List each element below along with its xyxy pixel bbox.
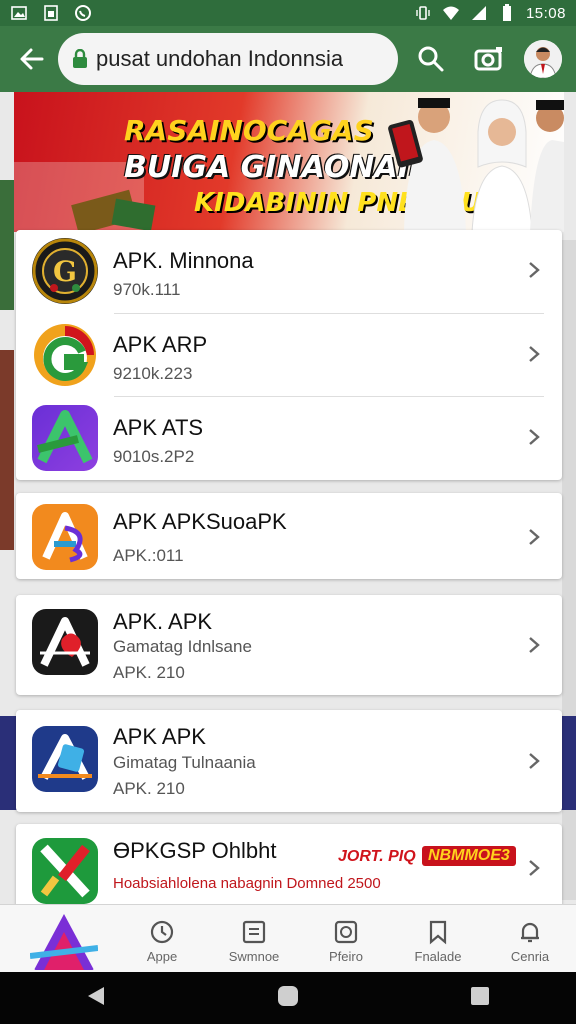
app-card[interactable]: APK. APK Gamatag Idnlsane APK. 210 [16,595,562,695]
system-home-button[interactable] [277,985,299,1012]
app-meta: APK. 210 [113,663,185,682]
nav-item-pfeiro[interactable]: Pfeiro [300,905,392,972]
chevron-right-icon [529,637,540,653]
chevron-right-icon [529,346,540,362]
chevron-right-icon [529,429,540,445]
bell-icon [521,922,539,943]
banner-people-illustration [388,98,564,232]
circle-home-icon [277,985,298,1006]
nav-label: Appe [146,949,178,964]
system-back-button[interactable] [86,985,106,1012]
status-time: 15:08 [525,4,566,22]
square-recents-icon [471,986,490,1005]
nav-label: Cenria [510,949,550,964]
promo-tag: JORT. PIQ [338,848,416,865]
app-icon [32,322,98,388]
nav-item-cenria[interactable]: Cenria [484,905,576,972]
camera-icon [474,47,502,71]
list-item[interactable]: G APK. Minnona 970k.111 [16,230,562,312]
app-card[interactable]: APK APK Gimatag Tulnaania APK. 210 [16,710,562,812]
nav-item-swmnoe[interactable]: Swmnoe [208,905,300,972]
battery-icon [498,4,516,22]
status-bar: 15:08 [0,0,576,26]
box-icon [242,920,266,944]
photo-icon [334,920,358,944]
nav-label: Swmnoe [228,949,280,964]
promo-badge: NBMMOE3 [422,846,516,866]
chevron-right-icon [529,860,540,876]
search-button[interactable] [406,34,456,84]
app-meta: APK. 210 [113,779,185,798]
app-subtitle: Gamatag Idnlsane [113,637,252,656]
screen: 15:08 pusat undohan Indonnsia RASAINOCAG… [0,0,576,1024]
app-icon [32,838,98,904]
camera-button[interactable] [464,34,514,84]
nav-label: Fnalade [414,949,462,964]
home-logo-icon [30,914,98,970]
image-icon [10,4,28,22]
list-item[interactable]: APK ARP 9210k.223 [16,314,562,396]
background-peek-left-lower [0,350,14,550]
app-title: APK APKSuoaPK [113,509,287,534]
app-title: APK APK [113,724,206,749]
app-list-card: G APK. Minnona 970k.111 APK ARP 9210k.22… [16,230,562,480]
list-item[interactable]: APK ATS 9010s.2P2 [16,397,562,479]
app-icon: G [32,238,98,304]
app-meta: APK.:011 [113,546,184,565]
search-icon [418,46,444,72]
app-meta: 970k.111 [113,280,181,299]
app-icon [32,504,98,570]
app-card[interactable]: APK APKSuoaPK APK.:011 [16,493,562,579]
app-card[interactable]: ӨPKGSP Ohlbht Ноabsiahlolena nabagnin Do… [16,824,562,914]
background-peek-left [0,180,14,310]
chevron-right-icon [529,753,540,769]
arrow-left-icon [20,48,44,70]
triangle-back-icon [87,986,104,1005]
avatar[interactable] [524,40,562,78]
url-text: pusat undohan Indonnsia [96,46,344,71]
promo-text: Ноabsiahlolena nabagnin Domned 2500 [113,875,381,892]
clock-icon [150,920,174,944]
app-title: APK ARP [113,332,208,357]
signal-icon [470,4,488,22]
app-icon [32,726,98,792]
bookmark-icon [429,920,447,945]
address-bar[interactable]: pusat undohan Indonnsia [58,33,398,85]
chevron-right-icon [529,529,540,545]
app-title: APK. Minnona [113,248,254,273]
nav-label: Pfeiro [329,949,363,964]
app-meta: 9210k.223 [113,364,193,383]
app-title: ӨPKGSP Ohlbht [113,838,277,863]
vibrate-icon [414,4,432,22]
promo-banner[interactable]: RASAINOCAGAS BUIGA GINAONAIN KIDABININ P… [14,92,564,232]
whatsapp-icon [74,4,92,22]
system-recents-button[interactable] [470,986,490,1011]
app-icon [32,609,98,675]
app-title: APK. APK [113,609,213,634]
nav-item-fnalade[interactable]: Fnalade [392,905,484,972]
lock-icon [73,49,87,68]
back-button[interactable] [10,37,54,81]
svg-text:G: G [53,255,77,288]
sim-icon [42,4,60,22]
app-icon [32,405,98,471]
app-title: APK ATS [113,415,204,440]
system-navigation-bar [0,972,576,1024]
banner-headline-1: RASAINOCAGAS [124,114,374,147]
home-logo[interactable] [30,908,98,972]
chevron-right-icon [529,262,540,278]
browser-toolbar: pusat undohan Indonnsia [0,26,576,92]
app-meta: 9010s.2P2 [113,447,195,466]
wifi-icon [442,4,460,22]
app-subtitle: Gimatag Tulnaania [113,753,256,772]
nav-item-apps[interactable]: Appe [116,905,208,972]
